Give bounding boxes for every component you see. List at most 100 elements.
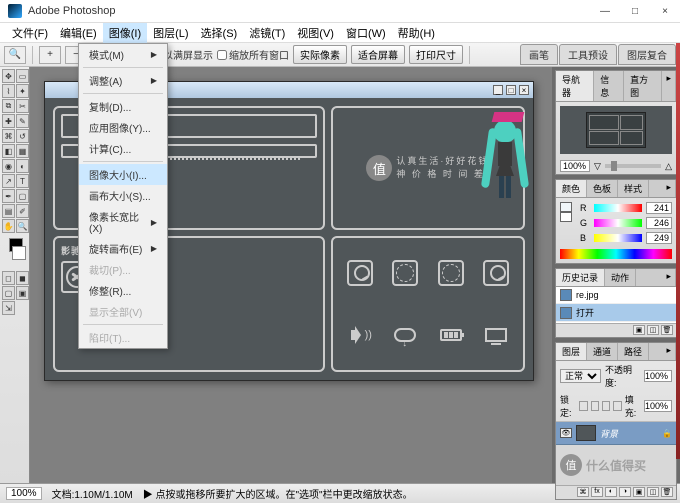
tab-actions[interactable]: 动作 bbox=[605, 269, 636, 286]
brush-tool[interactable]: ✎ bbox=[16, 114, 29, 128]
menu-item[interactable]: 图像大小(I)... bbox=[79, 164, 167, 185]
lock-transparent-icon[interactable] bbox=[579, 401, 587, 411]
doc-min-icon[interactable]: _ bbox=[493, 85, 503, 95]
color-swatch-pair[interactable] bbox=[560, 202, 572, 247]
type-tool[interactable]: T bbox=[16, 174, 29, 188]
lasso-tool[interactable]: ⌇ bbox=[2, 84, 15, 98]
zoom-in-icon[interactable]: △ bbox=[665, 161, 672, 172]
maximize-button[interactable]: □ bbox=[620, 0, 650, 23]
print-size-button[interactable]: 打印尺寸 bbox=[409, 45, 463, 64]
screen-mode-1[interactable]: ▢ bbox=[2, 286, 15, 300]
menu-item[interactable]: 调整(A)▶ bbox=[79, 70, 167, 91]
actual-pixels-button[interactable]: 实际像素 bbox=[293, 45, 347, 64]
marquee-tool[interactable]: ▭ bbox=[16, 69, 29, 83]
menu-item[interactable]: 画布大小(S)... bbox=[79, 185, 167, 206]
crop-tool[interactable]: ⧉ bbox=[2, 99, 15, 113]
hand-tool[interactable]: ✋ bbox=[2, 219, 15, 233]
navigator-preview[interactable] bbox=[560, 106, 672, 154]
heal-tool[interactable]: ✚ bbox=[2, 114, 15, 128]
slice-tool[interactable]: ✂ bbox=[16, 99, 29, 113]
lock-all-icon[interactable] bbox=[613, 401, 621, 411]
menu-item[interactable]: 修整(R)... bbox=[79, 280, 167, 301]
tab-swatches[interactable]: 色板 bbox=[587, 180, 618, 197]
doc-close-icon[interactable]: × bbox=[519, 85, 529, 95]
group-icon[interactable]: ▣ bbox=[633, 487, 645, 497]
eraser-tool[interactable]: ◧ bbox=[2, 144, 15, 158]
notes-tool[interactable]: ▤ bbox=[2, 204, 15, 218]
menu-item[interactable]: 帮助(H) bbox=[392, 23, 441, 43]
nav-zoom-input[interactable] bbox=[560, 160, 590, 172]
menu-item[interactable]: 旋转画布(E)▶ bbox=[79, 238, 167, 259]
r-slider[interactable] bbox=[594, 204, 642, 212]
lock-position-icon[interactable] bbox=[602, 401, 610, 411]
new-doc-icon[interactable]: ▣ bbox=[633, 325, 645, 335]
menu-item[interactable]: 选择(S) bbox=[195, 23, 244, 43]
zoom-tool[interactable]: 🔍 bbox=[16, 219, 29, 233]
visibility-icon[interactable]: 👁 bbox=[560, 428, 572, 438]
blend-mode-select[interactable]: 正常 bbox=[560, 369, 601, 383]
menu-item[interactable]: 计算(C)... bbox=[79, 138, 167, 159]
panel-menu-icon[interactable]: ▸ bbox=[662, 180, 676, 197]
r-value[interactable]: 241 bbox=[646, 202, 672, 214]
menu-item[interactable]: 视图(V) bbox=[291, 23, 340, 43]
blur-tool[interactable]: ◉ bbox=[2, 159, 15, 173]
trash-icon[interactable]: 🗑 bbox=[661, 325, 673, 335]
doc-max-icon[interactable]: □ bbox=[506, 85, 516, 95]
menu-item[interactable]: 复制(D)... bbox=[79, 96, 167, 117]
layer-comps-tab[interactable]: 图层复合 bbox=[618, 44, 676, 65]
background-color[interactable] bbox=[12, 246, 26, 260]
quickmask-icon[interactable]: ◻ bbox=[2, 271, 15, 285]
menu-item[interactable]: 图层(L) bbox=[147, 23, 194, 43]
adjust-icon[interactable]: ◑ bbox=[619, 487, 631, 497]
tab-layers[interactable]: 图层 bbox=[556, 343, 587, 360]
quickmask-on-icon[interactable]: ◼ bbox=[16, 271, 29, 285]
history-snapshot[interactable]: re.jpg bbox=[556, 287, 676, 304]
tool-presets-tab[interactable]: 工具预设 bbox=[559, 44, 617, 65]
menu-item[interactable]: 编辑(E) bbox=[54, 23, 103, 43]
history-brush-tool[interactable]: ↺ bbox=[16, 129, 29, 143]
status-zoom[interactable]: 100% bbox=[6, 487, 42, 500]
tab-histogram[interactable]: 直方图 bbox=[624, 71, 662, 101]
new-layer-icon[interactable]: ◫ bbox=[647, 487, 659, 497]
stamp-tool[interactable]: ⌘ bbox=[2, 129, 15, 143]
b-slider[interactable] bbox=[594, 234, 642, 242]
move-tool[interactable]: ✥ bbox=[2, 69, 15, 83]
tab-info[interactable]: 信息 bbox=[594, 71, 624, 101]
mask-icon[interactable]: ◐ bbox=[605, 487, 617, 497]
jump-to-icon[interactable]: ⇲ bbox=[2, 301, 15, 315]
link-icon[interactable]: ⌘ bbox=[577, 487, 589, 497]
fit-screen-button[interactable]: 适合屏幕 bbox=[351, 45, 405, 64]
zoom-tool-icon[interactable]: 🔍 bbox=[4, 46, 26, 64]
panel-menu-icon[interactable]: ▸ bbox=[662, 71, 676, 101]
wand-tool[interactable]: ✦ bbox=[16, 84, 29, 98]
b-value[interactable]: 249 bbox=[646, 232, 672, 244]
shape-tool[interactable]: ▢ bbox=[16, 189, 29, 203]
minimize-button[interactable]: — bbox=[590, 0, 620, 23]
g-slider[interactable] bbox=[594, 219, 642, 227]
close-button[interactable]: × bbox=[650, 0, 680, 23]
pen-tool[interactable]: ✒ bbox=[2, 189, 15, 203]
gradient-tool[interactable]: ▦ bbox=[16, 144, 29, 158]
lock-image-icon[interactable] bbox=[591, 401, 599, 411]
layer-row[interactable]: 👁 背景 🔒 bbox=[556, 422, 676, 445]
eyedropper-tool[interactable]: ✐ bbox=[16, 204, 29, 218]
menu-item[interactable]: 文件(F) bbox=[6, 23, 54, 43]
tab-channels[interactable]: 通道 bbox=[587, 343, 618, 360]
tab-color[interactable]: 颜色 bbox=[556, 180, 587, 197]
path-tool[interactable]: ↗ bbox=[2, 174, 15, 188]
menu-item[interactable]: 窗口(W) bbox=[340, 23, 392, 43]
panel-menu-icon[interactable]: ▸ bbox=[662, 269, 676, 286]
panel-menu-icon[interactable]: ▸ bbox=[662, 343, 676, 360]
fx-icon[interactable]: fx bbox=[591, 487, 603, 497]
trash-icon[interactable]: 🗑 bbox=[661, 487, 673, 497]
brushes-tab[interactable]: 画笔 bbox=[520, 44, 558, 65]
menu-item[interactable]: 应用图像(Y)... bbox=[79, 117, 167, 138]
dodge-tool[interactable]: ◐ bbox=[16, 159, 29, 173]
zoom-slider[interactable] bbox=[605, 164, 661, 168]
zoom-in-icon[interactable]: + bbox=[39, 46, 61, 64]
zoom-all-checkbox[interactable]: 缩放所有窗口 bbox=[217, 47, 289, 62]
menu-item[interactable]: 像素长宽比(X)▶ bbox=[79, 206, 167, 238]
menu-item[interactable]: 图像(I) bbox=[103, 23, 147, 43]
color-ramp[interactable] bbox=[560, 249, 672, 259]
tab-navigator[interactable]: 导航器 bbox=[556, 71, 594, 101]
